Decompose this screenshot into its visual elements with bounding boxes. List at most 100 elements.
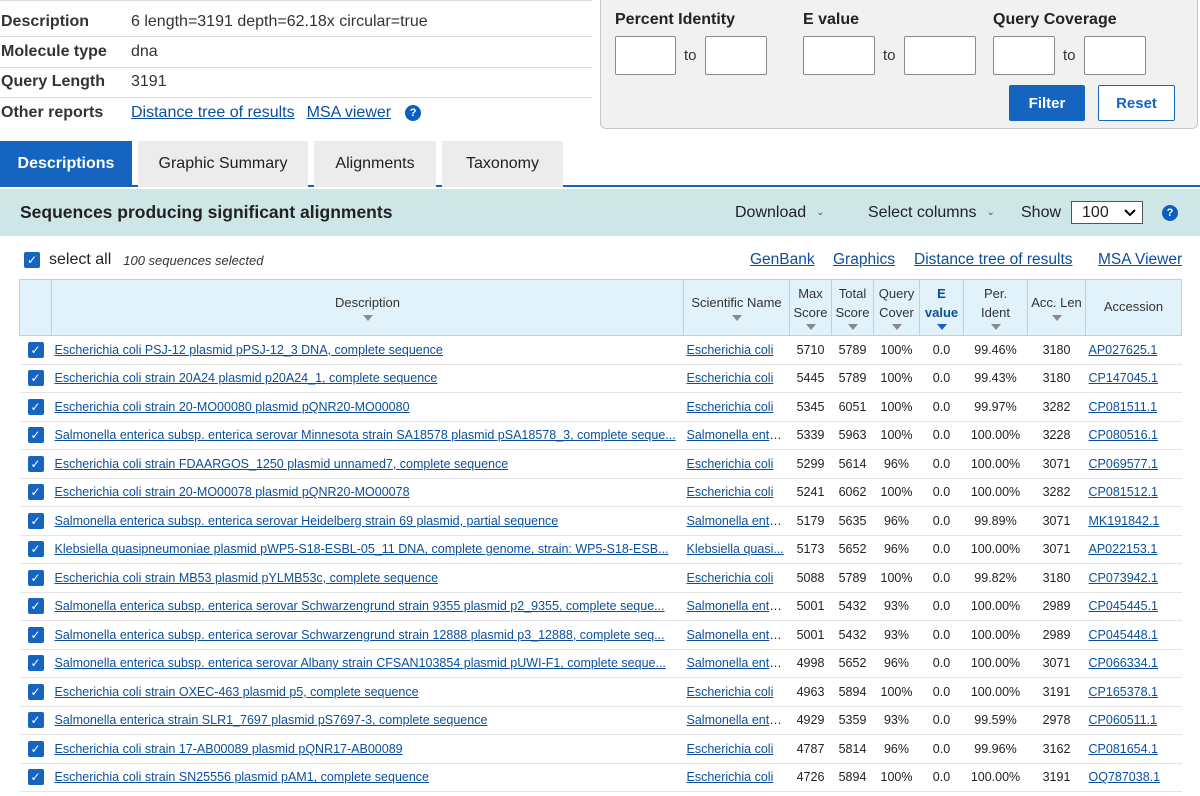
tab-descriptions[interactable]: Descriptions xyxy=(0,141,132,187)
tab-alignments[interactable]: Alignments xyxy=(314,141,436,187)
accession-link[interactable]: CP069577.1 xyxy=(1089,457,1159,471)
description-link[interactable]: Salmonella enterica subsp. enterica sero… xyxy=(55,599,665,613)
e-value-max-input[interactable] xyxy=(903,36,976,75)
tab-graphic-summary[interactable]: Graphic Summary xyxy=(138,141,308,187)
scientific-name-link[interactable]: Escherichia coli xyxy=(687,457,774,471)
scientific-name-link[interactable]: Salmonella ente... xyxy=(687,428,787,442)
accession-link[interactable]: AP027625.1 xyxy=(1089,343,1158,357)
row-checkbox[interactable]: ✓ xyxy=(27,512,44,529)
scientific-name-link[interactable]: Escherichia coli xyxy=(687,485,774,499)
header-accession[interactable]: Accession xyxy=(1085,279,1182,336)
row-checkbox[interactable]: ✓ xyxy=(27,655,44,672)
description-link[interactable]: Escherichia coli strain OXEC-463 plasmid… xyxy=(55,685,419,699)
accession-link[interactable]: CP081654.1 xyxy=(1089,742,1159,756)
msa-viewer-link[interactable]: MSA Viewer xyxy=(1098,251,1182,269)
accession-link[interactable]: MK191842.1 xyxy=(1089,514,1160,528)
description-link[interactable]: Escherichia coli strain FDAARGOS_1250 pl… xyxy=(55,457,509,471)
accession-link[interactable]: OQ787038.1 xyxy=(1089,770,1161,784)
description-link[interactable]: Escherichia coli strain SN25556 plasmid … xyxy=(55,770,430,784)
row-checkbox[interactable]: ✓ xyxy=(27,341,44,358)
row-checkbox[interactable]: ✓ xyxy=(27,484,44,501)
row-checkbox[interactable]: ✓ xyxy=(27,626,44,643)
row-checkbox[interactable]: ✓ xyxy=(27,541,44,558)
download-menu[interactable]: Download ⌄ xyxy=(735,189,825,236)
header-query-cover[interactable]: Query Cover xyxy=(873,279,920,336)
query-coverage-max-input[interactable] xyxy=(1083,36,1146,75)
header-per-ident[interactable]: Per. Ident xyxy=(963,279,1028,336)
show-count-select[interactable]: 100 xyxy=(1071,201,1144,224)
description-link[interactable]: Escherichia coli strain 20-MO00080 plasm… xyxy=(55,400,410,414)
scientific-name-link[interactable]: Salmonella ente... xyxy=(687,713,787,727)
accession-link[interactable]: CP060511.1 xyxy=(1089,713,1158,727)
scientific-name-link[interactable]: Salmonella ente... xyxy=(687,656,787,670)
results-help[interactable]: ? xyxy=(1160,189,1178,236)
graphics-link[interactable]: Graphics xyxy=(833,251,895,269)
header-total-score[interactable]: Total Score xyxy=(831,279,874,336)
description-link[interactable]: Escherichia coli strain MB53 plasmid pYL… xyxy=(55,571,439,585)
row-checkbox[interactable]: ✓ xyxy=(27,769,44,786)
select-columns-menu[interactable]: Select columns ⌄ xyxy=(868,189,995,236)
header-e-value[interactable]: Evalue xyxy=(919,279,964,336)
scientific-name-link[interactable]: Escherichia coli xyxy=(687,742,774,756)
row-checkbox[interactable]: ✓ xyxy=(27,712,44,729)
scientific-name-link[interactable]: Escherichia coli xyxy=(687,571,774,585)
distance-tree-link[interactable]: Distance tree of results xyxy=(914,251,1073,269)
genbank-link[interactable]: GenBank xyxy=(750,251,815,269)
scientific-name-link[interactable]: Escherichia coli xyxy=(687,400,774,414)
distance-tree-link[interactable]: Distance tree of results xyxy=(131,104,295,121)
scientific-name-link[interactable]: Salmonella ente... xyxy=(687,514,787,528)
percent-identity-max-input[interactable] xyxy=(704,36,767,75)
row-checkbox[interactable]: ✓ xyxy=(27,740,44,757)
row-checkbox[interactable]: ✓ xyxy=(27,683,44,700)
row-checkbox[interactable]: ✓ xyxy=(27,455,44,472)
select-all-control[interactable]: ✓ select all 100 sequences selected xyxy=(24,251,263,269)
description-link[interactable]: Salmonella enterica strain SLR1_7697 pla… xyxy=(55,713,488,727)
description-link[interactable]: Salmonella enterica subsp. enterica sero… xyxy=(55,628,665,642)
scientific-name-link[interactable]: Salmonella ente... xyxy=(687,599,787,613)
header-description[interactable]: Description xyxy=(51,279,684,336)
percent-identity-min-input[interactable] xyxy=(615,36,676,75)
filter-button[interactable]: Filter xyxy=(1009,85,1085,121)
scientific-name-link[interactable]: Klebsiella quasi... xyxy=(687,542,784,556)
accession-link[interactable]: CP147045.1 xyxy=(1089,371,1159,385)
accession-link[interactable]: CP045448.1 xyxy=(1089,628,1159,642)
scientific-name-link[interactable]: Salmonella ente... xyxy=(687,628,787,642)
acc-len-cell: 3071 xyxy=(1027,535,1086,564)
description-link[interactable]: Salmonella enterica subsp. enterica sero… xyxy=(55,428,676,442)
accession-link[interactable]: CP080516.1 xyxy=(1089,428,1159,442)
header-acc-len[interactable]: Acc. Len xyxy=(1027,279,1086,336)
reset-button[interactable]: Reset xyxy=(1098,85,1175,121)
row-checkbox[interactable]: ✓ xyxy=(27,427,44,444)
description-link[interactable]: Klebsiella quasipneumoniae plasmid pWP5-… xyxy=(55,542,669,556)
help-icon[interactable]: ? xyxy=(1162,204,1178,221)
accession-link[interactable]: CP165378.1 xyxy=(1089,685,1159,699)
select-all-checkbox[interactable]: ✓ xyxy=(24,252,40,268)
accession-link[interactable]: AP022153.1 xyxy=(1089,542,1158,556)
accession-link[interactable]: CP045445.1 xyxy=(1089,599,1159,613)
row-checkbox[interactable]: ✓ xyxy=(27,569,44,586)
msa-viewer-link[interactable]: MSA viewer xyxy=(307,104,391,121)
header-scientific-name[interactable]: Scientific Name xyxy=(683,279,790,336)
row-checkbox[interactable]: ✓ xyxy=(27,598,44,615)
row-checkbox[interactable]: ✓ xyxy=(27,370,44,387)
scientific-name-link[interactable]: Escherichia coli xyxy=(687,770,774,784)
accession-link[interactable]: CP081511.1 xyxy=(1089,400,1158,414)
description-link[interactable]: Salmonella enterica subsp. enterica sero… xyxy=(55,514,559,528)
accession-link[interactable]: CP066334.1 xyxy=(1089,656,1159,670)
accession-link[interactable]: CP081512.1 xyxy=(1089,485,1159,499)
e-value-min-input[interactable] xyxy=(803,36,875,75)
description-link[interactable]: Escherichia coli PSJ-12 plasmid pPSJ-12_… xyxy=(55,343,443,357)
description-link[interactable]: Escherichia coli strain 20-MO00078 plasm… xyxy=(55,485,410,499)
scientific-name-link[interactable]: Escherichia coli xyxy=(687,371,774,385)
description-link[interactable]: Escherichia coli strain 17-AB00089 plasm… xyxy=(55,742,403,756)
header-max-score[interactable]: Max Score xyxy=(789,279,832,336)
scientific-name-link[interactable]: Escherichia coli xyxy=(687,343,774,357)
accession-link[interactable]: CP073942.1 xyxy=(1089,571,1159,585)
help-icon[interactable]: ? xyxy=(405,105,422,122)
description-link[interactable]: Escherichia coli strain 20A24 plasmid p2… xyxy=(55,371,438,385)
row-checkbox[interactable]: ✓ xyxy=(27,398,44,415)
description-link[interactable]: Salmonella enterica subsp. enterica sero… xyxy=(55,656,666,670)
query-coverage-min-input[interactable] xyxy=(993,36,1055,75)
tab-taxonomy[interactable]: Taxonomy xyxy=(442,141,563,187)
scientific-name-link[interactable]: Escherichia coli xyxy=(687,685,774,699)
